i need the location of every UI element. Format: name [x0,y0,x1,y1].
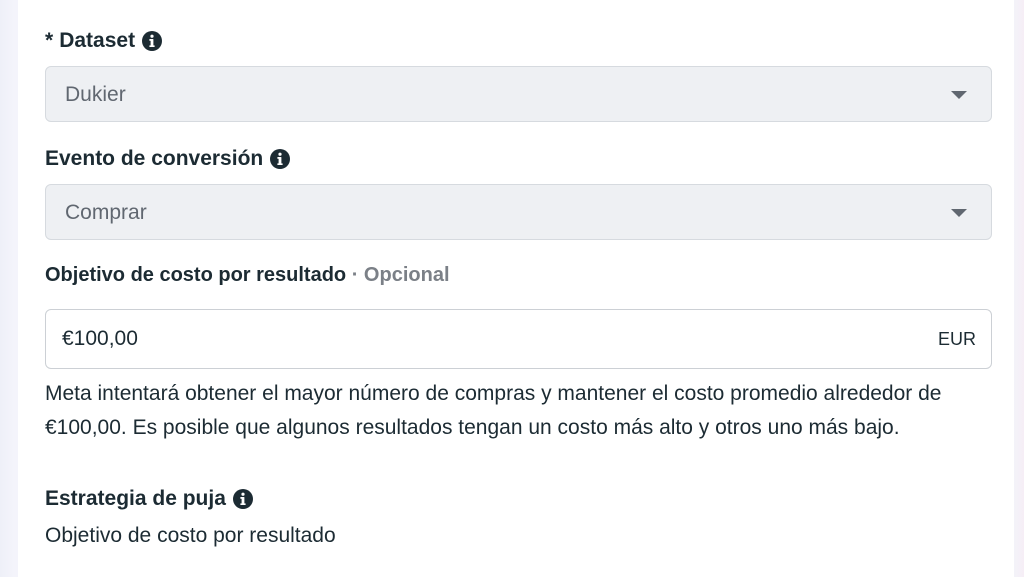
conversion-event-label: Evento de conversión [45,147,291,171]
cost-goal-input[interactable]: €100,00 EUR [45,309,992,369]
dataset-select-value: Dukier [65,83,126,106]
dataset-label-text: Dataset [59,29,136,52]
dataset-label: * Dataset [45,29,163,53]
required-mark: * [45,29,54,52]
dataset-select[interactable]: Dukier [45,66,992,122]
currency-label: EUR [937,329,976,349]
info-icon[interactable] [270,149,291,169]
bid-strategy-label: Estrategia de puja [45,487,253,511]
cost-goal-label-text: Objetivo de costo por resultado [45,264,347,286]
info-icon[interactable] [232,489,253,509]
conversion-event-label-text: Evento de conversión [45,147,264,170]
caret-down-icon [951,209,967,217]
conversion-event-select[interactable]: Comprar [45,184,992,240]
bid-strategy-label-text: Estrategia de puja [45,487,226,510]
ad-set-settings-panel: * Dataset Dukier Evento de conversión Co… [18,0,1014,577]
conversion-event-select-value: Comprar [65,201,147,224]
optional-tag: · Opcional [351,264,450,286]
cost-goal-label: Objetivo de costo por resultado · Opcion… [45,264,450,287]
bid-strategy-value: Objetivo de costo por resultado [45,524,336,547]
info-icon[interactable] [142,31,163,51]
cost-goal-helper-text: Meta intentará obtener el mayor número d… [45,382,942,439]
cost-goal-value: €100,00 [62,327,138,350]
caret-down-icon [951,91,967,99]
